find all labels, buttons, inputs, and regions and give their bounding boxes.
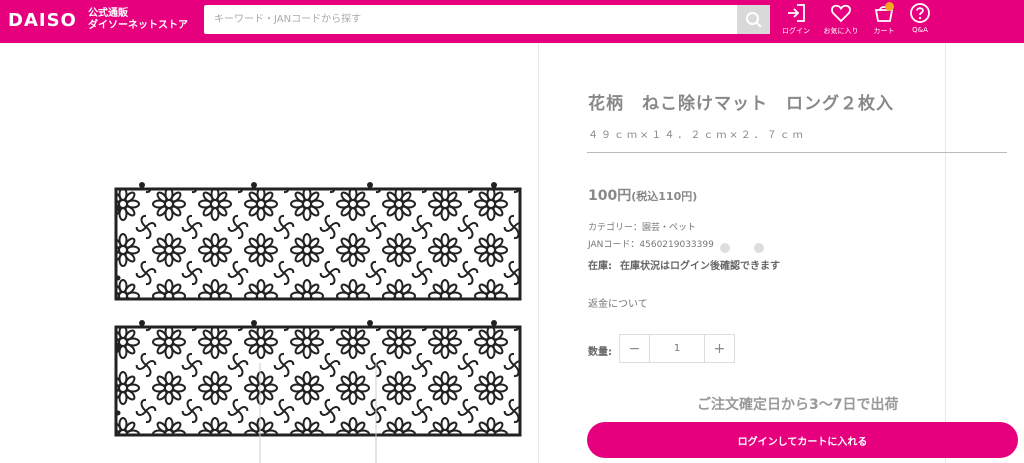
quantity-stepper: − 1 +	[619, 334, 735, 363]
login-label: ログイン	[782, 27, 810, 35]
product-details: 花柄 ねこ除けマット ロング２枚入 ４９ｃｍ×１４．２ｃｍ×２．７ｃｍ 100円…	[538, 43, 946, 463]
search-box	[204, 5, 770, 34]
price-tax: (税込110円)	[631, 190, 698, 203]
product-jan: JANコード：4560219033399	[588, 240, 714, 250]
product-price: 100円(税込110円)	[588, 185, 697, 205]
login-link[interactable]: ログイン	[775, 2, 817, 40]
product-photo-mats	[114, 182, 522, 463]
search-icon	[745, 11, 762, 28]
cart-badge	[885, 2, 894, 11]
price-value: 100円	[588, 188, 632, 204]
stock-value: 在庫状況はログイン後確認できます	[620, 261, 780, 272]
title-divider	[587, 152, 1007, 153]
product-category: カテゴリー：園芸・ペット	[588, 223, 697, 233]
stock-status: 在庫: 在庫状況はログイン後確認できます	[588, 257, 780, 272]
quantity-decrease-button[interactable]: −	[620, 335, 649, 362]
quantity-increase-button[interactable]: +	[705, 335, 734, 362]
quantity-label: 数量:	[588, 347, 612, 358]
site-header: DAISO 公式通販 ダイソーネットストア ログイン お気に入り カ	[0, 0, 1024, 43]
refund-policy-link[interactable]: 返金について	[588, 295, 648, 310]
quantity-input[interactable]: 1	[649, 335, 705, 362]
product-image[interactable]	[100, 43, 538, 463]
product-title: 花柄 ねこ除けマット ロング２枚入	[588, 94, 894, 114]
login-icon	[788, 4, 805, 22]
help-link[interactable]: Q&A	[899, 2, 941, 40]
help-icon	[910, 3, 930, 23]
favorites-label: お気に入り	[823, 27, 859, 35]
shipping-info: ご注文確定日から3〜7日で出荷	[697, 397, 899, 413]
search-input[interactable]	[204, 5, 738, 34]
logo-subtitle-line2: ダイソーネットストア	[88, 20, 188, 31]
heart-icon	[831, 4, 851, 23]
search-button[interactable]	[737, 5, 770, 34]
login-add-to-cart-button[interactable]: ログインしてカートに入れる	[587, 422, 1018, 458]
daiso-logo[interactable]: DAISO	[8, 10, 77, 31]
logo-subtitle-line1: 公式通販	[88, 8, 128, 19]
help-label: Q&A	[912, 26, 928, 34]
stock-label: 在庫:	[588, 261, 612, 272]
favorites-link[interactable]: お気に入り	[820, 2, 862, 40]
logo-subtitle: 公式通販 ダイソーネットストア	[88, 8, 188, 32]
product-size: ４９ｃｍ×１４．２ｃｍ×２．７ｃｍ	[588, 130, 806, 141]
